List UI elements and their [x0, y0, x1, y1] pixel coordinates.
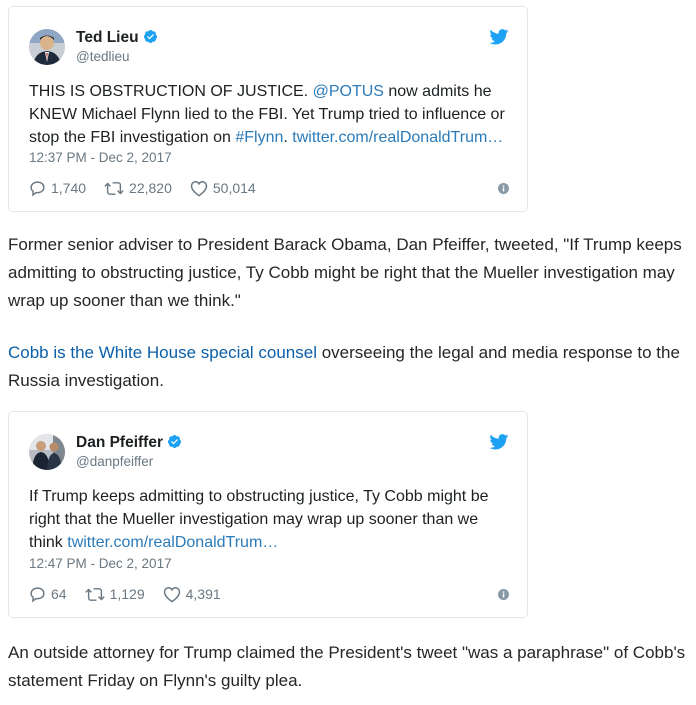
- retweet-icon: [104, 181, 124, 195]
- tweet-actions: 64 1,129 4,391: [29, 583, 509, 605]
- info-icon: [498, 182, 509, 194]
- tweet-info-button[interactable]: [498, 182, 509, 194]
- tweet-timestamp[interactable]: 12:37 PM - Dec 2, 2017: [29, 150, 172, 165]
- like-icon: [190, 180, 208, 197]
- verified-badge-icon: [167, 434, 182, 449]
- article-paragraph: Former senior adviser to President Barac…: [8, 235, 682, 310]
- article-paragraph: An outside attorney for Trump claimed th…: [8, 643, 686, 690]
- info-icon: [498, 588, 509, 600]
- like-button[interactable]: 50,014: [190, 180, 256, 197]
- author-handle[interactable]: @tedlieu: [76, 49, 130, 64]
- retweet-count: 22,820: [129, 180, 172, 196]
- reply-count: 1,740: [51, 180, 87, 196]
- embedded-tweet-dan-pfeiffer: Dan Pfeiffer @danpfeiffer If Trump keeps…: [8, 411, 528, 618]
- reply-icon: [30, 180, 45, 196]
- retweet-button[interactable]: 1,129: [84, 586, 145, 603]
- reply-icon: [30, 586, 45, 602]
- hashtag-link[interactable]: #Flynn: [235, 129, 283, 146]
- tweet-text: THIS IS OBSTRUCTION OF JUSTICE. @POTUS n…: [29, 80, 513, 149]
- reply-button[interactable]: 1,740: [29, 180, 86, 197]
- retweet-button[interactable]: 22,820: [104, 180, 172, 197]
- embedded-tweet-ted-lieu: Ted Lieu @tedlieu THIS IS OBSTRUCTION OF…: [8, 6, 528, 212]
- tweet-text: If Trump keeps admitting to obstructing …: [29, 485, 513, 554]
- quoted-tweet-link[interactable]: twitter.com/realDonaldTrum…: [292, 129, 503, 146]
- verified-badge-icon: [143, 29, 157, 44]
- author-name[interactable]: Ted Lieu: [76, 29, 158, 47]
- twitter-bird-icon[interactable]: [489, 434, 509, 450]
- tweet-text-part: .: [283, 129, 293, 146]
- mention-link[interactable]: @POTUS: [313, 83, 384, 100]
- avatar[interactable]: [29, 434, 65, 470]
- tweet-text-part: THIS IS OBSTRUCTION OF JUSTICE.: [29, 83, 313, 100]
- tweet-timestamp[interactable]: 12:47 PM - Dec 2, 2017: [29, 556, 172, 571]
- like-button[interactable]: 4,391: [163, 586, 221, 603]
- tweet-info-button[interactable]: [498, 588, 509, 600]
- author-name-text: Ted Lieu: [76, 29, 139, 46]
- twitter-bird-icon[interactable]: [489, 29, 509, 45]
- like-icon: [163, 586, 180, 603]
- like-count: 4,391: [185, 586, 221, 602]
- reply-button[interactable]: 64: [29, 586, 67, 603]
- avatar[interactable]: [29, 29, 65, 65]
- tweet-actions: 1,740 22,820 50,014: [29, 177, 509, 199]
- reply-count: 64: [51, 586, 67, 602]
- retweet-count: 1,129: [109, 586, 145, 602]
- quoted-tweet-link[interactable]: twitter.com/realDonaldTrum…: [67, 534, 278, 551]
- like-count: 50,014: [212, 180, 256, 196]
- retweet-icon: [84, 587, 105, 601]
- author-name-text: Dan Pfeiffer: [76, 434, 163, 451]
- author-name[interactable]: Dan Pfeiffer: [76, 434, 182, 452]
- author-handle[interactable]: @danpfeiffer: [76, 454, 153, 469]
- article-link[interactable]: Cobb is the White House special counsel: [8, 343, 317, 362]
- article-paragraph: Cobb is the White House special counsel …: [8, 339, 694, 395]
